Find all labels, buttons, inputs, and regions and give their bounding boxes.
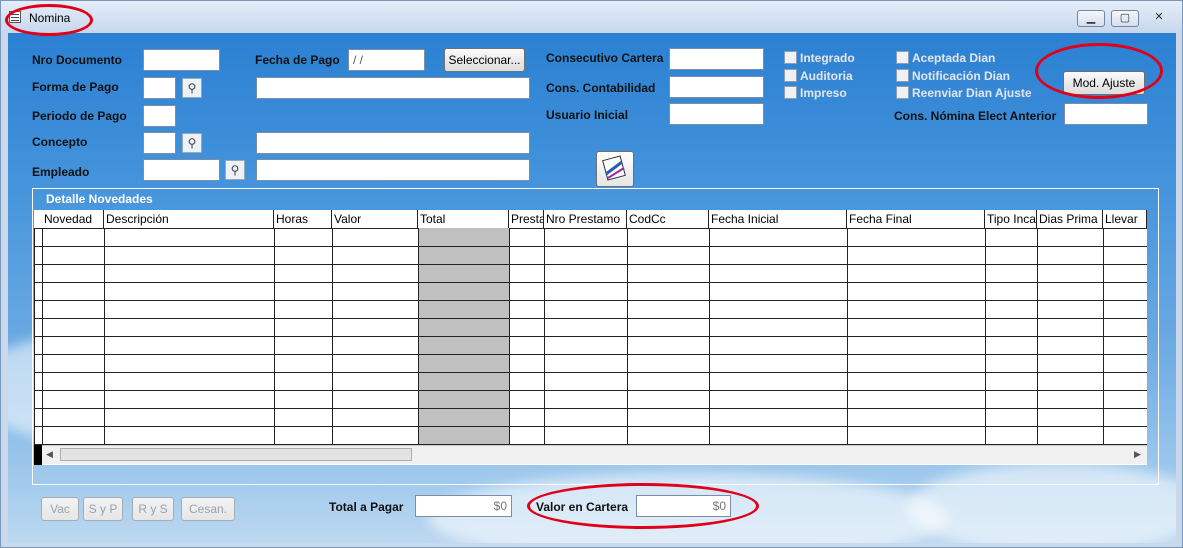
maximize-button[interactable]: ▢	[1111, 10, 1139, 27]
close-button[interactable]: ✕	[1145, 10, 1173, 27]
grid-row-line	[34, 300, 1147, 301]
grid-title: Detalle Novedades	[46, 192, 153, 206]
cesan-button[interactable]: Cesan.	[181, 497, 235, 521]
cons-nomina-anterior-label: Cons. Nómina Elect Anterior	[894, 109, 1057, 123]
concepto-label: Concepto	[32, 135, 88, 149]
empleado-input[interactable]	[143, 159, 220, 181]
integrado-checkbox[interactable]: Integrado	[784, 51, 855, 65]
detalle-novedades-frame: Detalle Novedades Novedad Descripción Hora…	[32, 188, 1159, 485]
column-header[interactable]: Fecha Inicial	[709, 210, 847, 228]
column-header[interactable]: CodCc	[627, 210, 709, 228]
cons-nomina-anterior-input[interactable]	[1064, 103, 1148, 125]
binoculars-icon[interactable]: ⚲	[182, 78, 202, 98]
grid-row-line	[34, 264, 1147, 265]
empleado-description	[256, 159, 530, 181]
total-pagar-label: Total a Pagar	[329, 500, 404, 514]
column-header[interactable]: Horas	[274, 210, 332, 228]
aceptada-dian-checkbox[interactable]: Aceptada Dian	[896, 51, 995, 65]
vac-button[interactable]: Vac	[41, 497, 79, 521]
binoculars-icon[interactable]: ⚲	[225, 160, 245, 180]
periodo-pago-input[interactable]	[143, 105, 176, 127]
column-header[interactable]: Dias Prima	[1037, 210, 1103, 228]
grid-row-line	[34, 282, 1147, 283]
consecutivo-cartera-label: Consecutivo Cartera	[546, 51, 664, 65]
reenviar-dian-checkbox[interactable]: Reenviar Dian Ajuste	[896, 86, 1032, 100]
cons-contabilidad-input[interactable]	[669, 76, 764, 98]
auditoria-checkbox[interactable]: Auditoria	[784, 69, 853, 83]
nomina-window: Nomina ▁ ▢ ✕ Nro Documento Forma de Pago…	[0, 0, 1183, 548]
grid-row-line	[34, 390, 1147, 391]
nro-documento-label: Nro Documento	[32, 53, 122, 67]
column-header[interactable]: Novedad	[42, 210, 104, 228]
scroll-thumb[interactable]	[60, 448, 412, 461]
consecutivo-cartera-input[interactable]	[669, 48, 764, 70]
notificacion-dian-checkbox[interactable]: Notificación Dian	[896, 69, 1010, 83]
scroll-left-icon[interactable]: ◀	[46, 449, 53, 460]
impreso-checkbox[interactable]: Impreso	[784, 86, 847, 100]
total-pagar-value: $0	[415, 495, 512, 517]
novedades-grid[interactable]: Novedad Descripción Horas Valor Total Presta N…	[34, 210, 1147, 465]
minimize-button[interactable]: ▁	[1077, 10, 1105, 27]
form-icon	[9, 11, 21, 23]
column-header[interactable]: Total	[418, 210, 509, 228]
aceptada-dian-label: Aceptada Dian	[912, 51, 996, 65]
scroll-right-icon[interactable]: ▶	[1134, 449, 1141, 460]
horizontal-scrollbar[interactable]: ◀ ▶	[42, 445, 1147, 464]
empleado-label: Empleado	[32, 165, 90, 179]
syp-button[interactable]: S y P	[83, 497, 123, 521]
notificacion-dian-label: Notificación Dian	[912, 69, 1011, 83]
concepto-input[interactable]	[143, 132, 176, 154]
window-title: Nomina	[29, 11, 71, 25]
usuario-inicial-input[interactable]	[669, 103, 764, 125]
column-header[interactable]: Tipo Inca	[985, 210, 1037, 228]
grid-row-line	[34, 336, 1147, 337]
nro-documento-input[interactable]	[143, 49, 220, 71]
usuario-inicial-label: Usuario Inicial	[546, 108, 629, 122]
cons-contabilidad-label: Cons. Contabilidad	[546, 81, 656, 95]
binoculars-icon[interactable]: ⚲	[182, 133, 202, 153]
reenviar-dian-label: Reenviar Dian Ajuste	[912, 86, 1032, 100]
auditoria-label: Auditoria	[800, 69, 853, 83]
grid-row-line	[34, 318, 1147, 319]
grid-row-line	[34, 246, 1147, 247]
column-header[interactable]: Valor	[332, 210, 418, 228]
row-selector	[34, 445, 42, 465]
rys-button[interactable]: R y S	[132, 497, 174, 521]
run-report-icon[interactable]	[596, 151, 634, 187]
grid-row-line	[34, 354, 1147, 355]
integrado-label: Integrado	[800, 51, 855, 65]
mod-ajuste-button[interactable]: Mod. Ajuste	[1063, 71, 1145, 95]
form-client-area: Nro Documento Forma de Pago ⚲ Periodo de…	[8, 33, 1176, 543]
grid-row-line	[34, 408, 1147, 409]
column-header[interactable]: Llevar	[1103, 210, 1147, 228]
title-bar: Nomina ▁ ▢ ✕	[1, 1, 1182, 33]
column-header[interactable]: Descripción	[104, 210, 274, 228]
fecha-pago-label: Fecha de Pago	[255, 53, 340, 67]
grid-row-line	[34, 372, 1147, 373]
periodo-pago-label: Periodo de Pago	[32, 109, 127, 123]
forma-pago-description	[256, 77, 530, 99]
seleccionar-button[interactable]: Seleccionar...	[444, 48, 525, 72]
forma-pago-input[interactable]	[143, 77, 176, 99]
concepto-description	[256, 132, 530, 154]
forma-pago-label: Forma de Pago	[32, 80, 119, 94]
grid-header: Novedad Descripción Horas Valor Total Presta N…	[34, 210, 1147, 229]
valor-cartera-value: $0	[636, 495, 731, 517]
column-header[interactable]: Fecha Final	[847, 210, 985, 228]
valor-cartera-label: Valor en Cartera	[536, 500, 629, 514]
fecha-pago-input[interactable]: / /	[348, 49, 425, 71]
grid-row-line	[34, 426, 1147, 427]
column-header[interactable]: Presta	[509, 210, 544, 228]
column-header[interactable]: Nro Prestamo	[544, 210, 627, 228]
impreso-label: Impreso	[800, 86, 847, 100]
